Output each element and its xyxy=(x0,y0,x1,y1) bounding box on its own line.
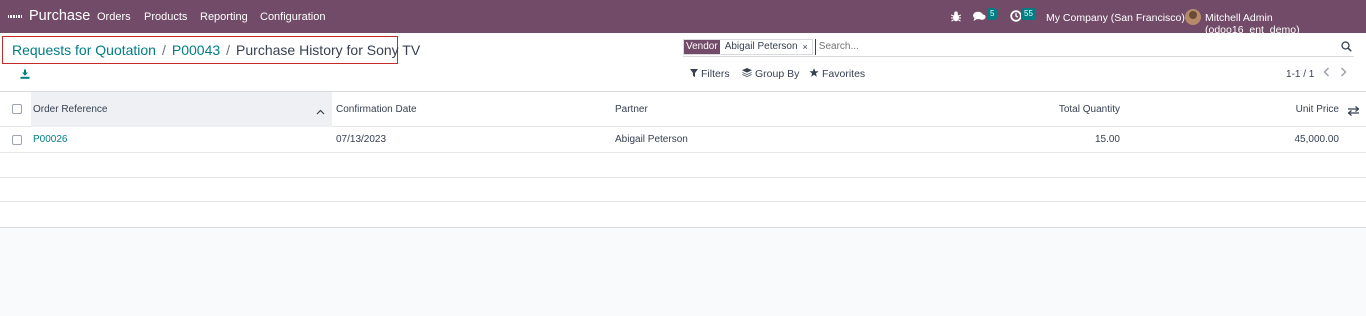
search-icon[interactable] xyxy=(1341,40,1352,55)
download-icon[interactable] xyxy=(20,67,30,82)
facet-value: Abigail Peterson × xyxy=(719,39,812,54)
group-by-label: Group By xyxy=(755,68,800,80)
group-by-button[interactable]: Group By xyxy=(742,68,799,80)
filters-label: Filters xyxy=(701,68,730,80)
search-bar: Vendor Abigail Peterson × xyxy=(683,37,1354,57)
breadcrumb-p00043[interactable]: P00043 xyxy=(172,42,220,58)
menu-reporting[interactable]: Reporting xyxy=(200,11,248,23)
breadcrumb-current: Purchase History for Sony TV xyxy=(236,42,421,58)
favorites-label: Favorites xyxy=(822,68,866,80)
chevron-right-icon[interactable] xyxy=(1340,67,1347,80)
filter-icon xyxy=(690,68,698,80)
bug-icon[interactable] xyxy=(951,11,961,22)
sort-up-icon[interactable] xyxy=(316,103,325,118)
row-checkbox[interactable] xyxy=(12,127,22,152)
column-order-reference[interactable]: Order Reference xyxy=(33,92,107,126)
menu-products[interactable]: Products xyxy=(144,11,187,23)
breadcrumb-requests-for-quotation[interactable]: Requests for Quotation xyxy=(12,42,156,58)
empty-row xyxy=(0,153,1366,178)
avatar[interactable] xyxy=(1185,9,1201,25)
chevron-left-icon[interactable] xyxy=(1323,67,1330,80)
cell-order-reference[interactable]: P00026 xyxy=(33,127,67,152)
breadcrumb-separator: / xyxy=(226,42,231,58)
facet-value-text: Abigail Peterson xyxy=(724,41,798,52)
cell-confirmation-date: 07/13/2023 xyxy=(336,134,387,145)
facet-label: Vendor xyxy=(684,39,720,54)
empty-row xyxy=(0,202,1366,227)
menu-orders[interactable]: Orders xyxy=(97,11,131,23)
top-navbar: Purchase Orders Products Reporting Confi… xyxy=(0,0,1366,36)
company-switcher[interactable]: My Company (San Francisco) xyxy=(1046,12,1185,24)
cell-total-quantity: 15.00 xyxy=(1094,134,1120,145)
empty-row xyxy=(0,178,1366,202)
chat-icon[interactable]: 5 xyxy=(973,8,998,22)
chat-count-badge: 5 xyxy=(987,8,998,20)
menu-configuration[interactable]: Configuration xyxy=(260,11,325,23)
column-settings-icon[interactable] xyxy=(1347,104,1360,119)
breadcrumb: Requests for Quotation / P00043 / Purcha… xyxy=(2,36,420,64)
column-unit-price[interactable]: Unit Price xyxy=(1240,92,1339,126)
filters-button[interactable]: Filters xyxy=(690,68,730,80)
list-table: Order Reference Confirmation Date Partne… xyxy=(0,92,1366,228)
search-input[interactable] xyxy=(814,38,1335,55)
cell-unit-price: 45,000.00 xyxy=(1294,134,1340,145)
cell-partner: Abigail Peterson xyxy=(615,134,688,145)
activity-count-badge: 55 xyxy=(1021,8,1036,20)
favorites-button[interactable]: Favorites xyxy=(809,68,865,80)
select-all-checkbox[interactable] xyxy=(12,92,22,126)
table-header: Order Reference Confirmation Date Partne… xyxy=(0,92,1366,127)
clock-icon[interactable]: 55 xyxy=(1010,8,1036,22)
column-partner[interactable]: Partner xyxy=(615,92,648,126)
apps-grid-icon[interactable] xyxy=(8,10,21,23)
layers-icon xyxy=(742,68,752,80)
control-panel: Requests for Quotation / P00043 / Purcha… xyxy=(0,33,1366,92)
column-total-quantity[interactable]: Total Quantity xyxy=(1000,92,1120,126)
pager-value[interactable]: 1-1 / 1 xyxy=(1286,69,1314,80)
column-confirmation-date[interactable]: Confirmation Date xyxy=(336,92,417,126)
star-icon xyxy=(809,68,819,80)
table-row[interactable]: P00026 07/13/2023 Abigail Peterson 15.00… xyxy=(0,127,1366,153)
facet-remove-icon[interactable]: × xyxy=(803,42,808,52)
search-facet: Vendor Abigail Peterson × xyxy=(683,38,813,55)
app-name[interactable]: Purchase xyxy=(29,8,90,24)
breadcrumb-separator: / xyxy=(161,42,166,58)
